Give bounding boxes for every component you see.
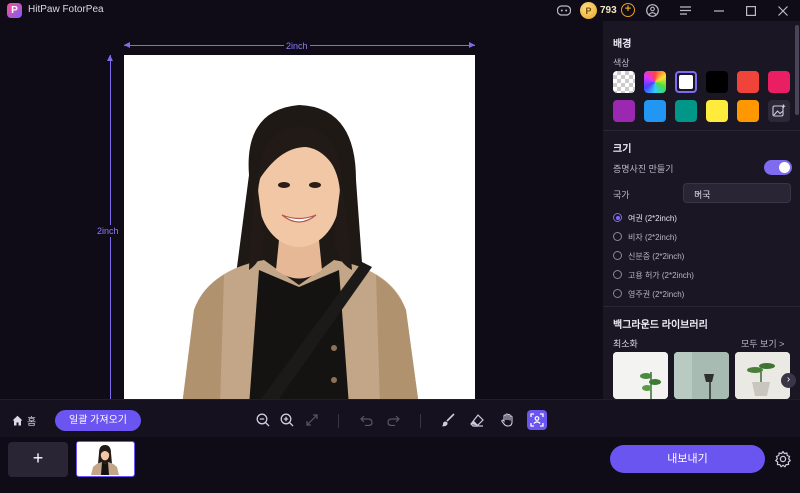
home-button[interactable]: 홈 (12, 413, 36, 428)
option-label-id-card[interactable]: 신분증 (2*2inch) (628, 251, 684, 262)
pink-swatch[interactable] (768, 71, 790, 93)
app-window: P HitPaw FotorPea P 793 + 2inch 2inch 배경… (0, 0, 800, 493)
home-label: 홈 (27, 417, 37, 428)
editing-canvas[interactable]: 2inch 2inch (0, 21, 603, 406)
upload-image-icon[interactable] (768, 100, 790, 122)
option-radio-residence[interactable] (613, 289, 622, 298)
fit-screen-icon[interactable] (302, 410, 322, 430)
black-swatch[interactable] (706, 71, 728, 93)
library-thumb-lamp[interactable] (674, 352, 729, 399)
thumbnail-selected[interactable] (76, 441, 135, 477)
size-section-title: 크기 (613, 144, 632, 155)
toolbar-separator (338, 414, 339, 428)
white-swatch[interactable] (675, 71, 697, 93)
country-label: 국가 (613, 190, 630, 200)
add-credits-icon[interactable]: + (621, 3, 635, 17)
discord-icon[interactable] (555, 2, 572, 19)
option-radio-id-card[interactable] (613, 251, 622, 260)
country-select[interactable]: 미국 ⌄ (683, 183, 791, 203)
option-radio-work-permit[interactable] (613, 270, 622, 279)
purple-swatch[interactable] (613, 100, 635, 122)
home-icon (12, 415, 23, 426)
close-icon[interactable] (774, 2, 791, 19)
coin-icon: P (580, 2, 597, 19)
chevron-right-icon[interactable]: › (781, 373, 796, 388)
undo-icon[interactable] (356, 410, 376, 430)
teal-swatch[interactable] (675, 100, 697, 122)
library-section-title: 백그라운드 라이브러리 (613, 320, 708, 331)
red-swatch[interactable] (737, 71, 759, 93)
library-category-label: 최소화 (613, 339, 638, 349)
library-thumb-plant[interactable] (613, 352, 668, 399)
id-photo-label: 증명사진 만들기 (613, 164, 674, 174)
orange-swatch[interactable] (737, 100, 759, 122)
option-label-visa[interactable]: 비자 (2*2inch) (628, 232, 677, 243)
blue-swatch[interactable] (644, 100, 666, 122)
white-swatch-fill (679, 75, 693, 89)
chevron-down-icon: ⌄ (694, 187, 703, 198)
toolbar: 홈 일괄 가져오기 (0, 399, 800, 437)
minimize-icon[interactable] (710, 2, 727, 19)
maximize-icon[interactable] (742, 2, 759, 19)
panel-scrollbar[interactable] (795, 25, 799, 115)
custom-color-swatch[interactable] (644, 71, 666, 93)
app-logo-icon: P (7, 3, 22, 18)
zoom-out-icon[interactable] (253, 410, 273, 430)
batch-import-button[interactable]: 일괄 가져오기 (55, 410, 141, 431)
option-label-passport[interactable]: 여권 (2*2inch) (628, 213, 677, 224)
add-image-button[interactable]: + (8, 442, 68, 477)
color-label: 색상 (613, 58, 630, 68)
portrait-select-icon[interactable] (527, 410, 547, 430)
gear-icon[interactable] (774, 450, 792, 468)
brush-icon[interactable] (438, 410, 458, 430)
view-all-link[interactable]: 모두 보기 > (741, 337, 784, 350)
credit-count: 793 (600, 5, 617, 16)
panel-divider (603, 306, 800, 307)
yellow-swatch[interactable] (706, 100, 728, 122)
bottom-bar: + 내보내기 (0, 437, 800, 493)
eraser-icon[interactable] (467, 410, 487, 430)
account-icon[interactable] (644, 2, 661, 19)
height-dimension-label: 2inch (97, 225, 119, 237)
export-button[interactable]: 내보내기 (610, 445, 765, 473)
title-bar: P HitPaw FotorPea P 793 + (0, 0, 800, 21)
hand-icon[interactable] (497, 410, 517, 430)
width-dimension-label: 2inch (284, 41, 310, 51)
option-radio-passport[interactable] (613, 213, 622, 222)
transparent-swatch[interactable] (613, 71, 635, 93)
settings-panel: 배경 색상 크기 증명사진 만들기 국가 미국 ⌄ 여권 (2*2inch) 비… (603, 21, 800, 399)
id-photo-toggle[interactable] (764, 160, 792, 175)
option-label-work-permit[interactable]: 고용 허가 (2*2inch) (628, 270, 694, 281)
redo-icon[interactable] (383, 410, 403, 430)
option-label-residence[interactable]: 영주권 (2*2inch) (628, 289, 684, 300)
option-radio-visa[interactable] (613, 232, 622, 241)
menu-icon[interactable] (677, 2, 694, 19)
zoom-in-icon[interactable] (277, 410, 297, 430)
app-title: HitPaw FotorPea (28, 4, 104, 15)
toolbar-separator (420, 414, 421, 428)
background-section-title: 배경 (613, 39, 632, 50)
portrait-photo[interactable] (124, 55, 475, 406)
panel-divider (603, 130, 800, 131)
